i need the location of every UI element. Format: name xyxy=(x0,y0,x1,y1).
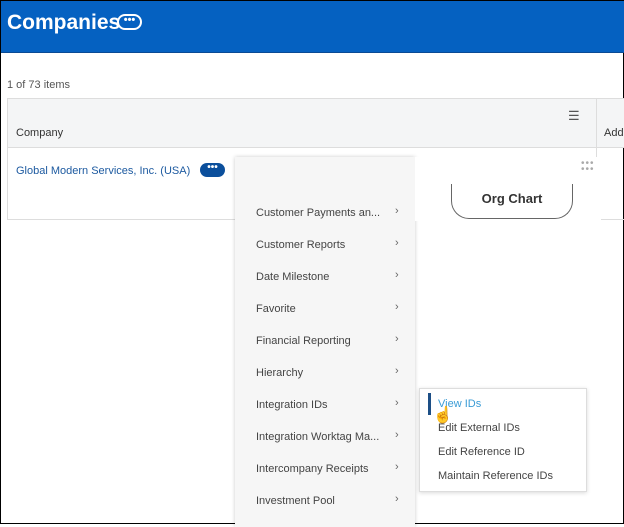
submenu-item-maintain-reference-ids[interactable]: Maintain Reference IDs xyxy=(438,470,553,482)
company-link[interactable]: Global Modern Services, Inc. (USA) xyxy=(16,165,190,177)
menu-item[interactable]: Date Milestone › xyxy=(235,261,415,293)
menu-item[interactable]: Integration Worktag Ma... › xyxy=(235,421,415,453)
menu-item-label: Customer Reports xyxy=(256,239,346,251)
table-header: Company ☰ Add xyxy=(8,99,624,148)
chevron-right-icon: › xyxy=(395,461,399,473)
column-header-company[interactable]: Company xyxy=(16,127,63,139)
menu-item-label: Date Milestone xyxy=(256,271,330,283)
chevron-right-icon: › xyxy=(395,365,399,377)
menu-item-label: Financial Reporting xyxy=(256,335,351,347)
menu-item-label: Hierarchy xyxy=(256,367,304,379)
chevron-right-icon: › xyxy=(395,333,399,345)
menu-item-label: Investment Pool xyxy=(256,495,335,507)
menu-item[interactable]: Customer Reports › xyxy=(235,229,415,261)
menu-item[interactable]: Intercompany Receipts › xyxy=(235,453,415,485)
related-actions-button[interactable]: ••• xyxy=(117,14,142,30)
chevron-right-icon: › xyxy=(395,429,399,441)
column-header-add[interactable]: Add xyxy=(604,127,624,139)
chevron-right-icon: › xyxy=(395,493,399,505)
company-actions-button[interactable]: ••• xyxy=(200,163,225,177)
menu-item[interactable]: Hierarchy › xyxy=(235,357,415,389)
integration-ids-submenu: View IDs Edit External IDs Edit Referenc… xyxy=(419,388,587,492)
menu-item-label: Integration IDs xyxy=(256,399,328,411)
related-actions-menu: Customer Payments an... › Customer Reports… xyxy=(235,157,415,527)
menu-item[interactable]: Integration IDs › xyxy=(235,389,415,421)
menu-item[interactable]: Favorite › xyxy=(235,293,415,325)
hand-cursor-icon: ☝ xyxy=(433,407,453,424)
chevron-right-icon: › xyxy=(395,237,399,249)
page-title: Companies xyxy=(7,11,121,34)
chevron-right-icon: › xyxy=(395,205,399,217)
menu-item-label: Customer Payments an... xyxy=(256,207,381,219)
org-chart-button[interactable]: Org Chart xyxy=(451,184,573,219)
menu-item[interactable]: Financial Reporting › xyxy=(235,325,415,357)
page-header: Companies ••• xyxy=(1,1,624,53)
item-count: 1 of 73 items xyxy=(7,79,70,91)
menu-item-label: Favorite xyxy=(256,303,296,315)
selection-indicator xyxy=(428,393,431,415)
chevron-right-icon: › xyxy=(395,269,399,281)
menu-item-label: Intercompany Receipts xyxy=(256,463,369,475)
menu-item-label: Integration Worktag Ma... xyxy=(256,431,380,443)
menu-item[interactable]: Investment Pool › xyxy=(235,485,415,517)
filter-icon[interactable]: ☰ xyxy=(568,108,580,124)
submenu-item-edit-reference-id[interactable]: Edit Reference ID xyxy=(438,446,525,458)
chevron-right-icon: › xyxy=(395,301,399,313)
menu-item[interactable]: Customer Payments an... › xyxy=(235,197,415,229)
chevron-right-icon: › xyxy=(395,397,399,409)
grip-icon[interactable]: ••• ••• xyxy=(581,159,595,175)
